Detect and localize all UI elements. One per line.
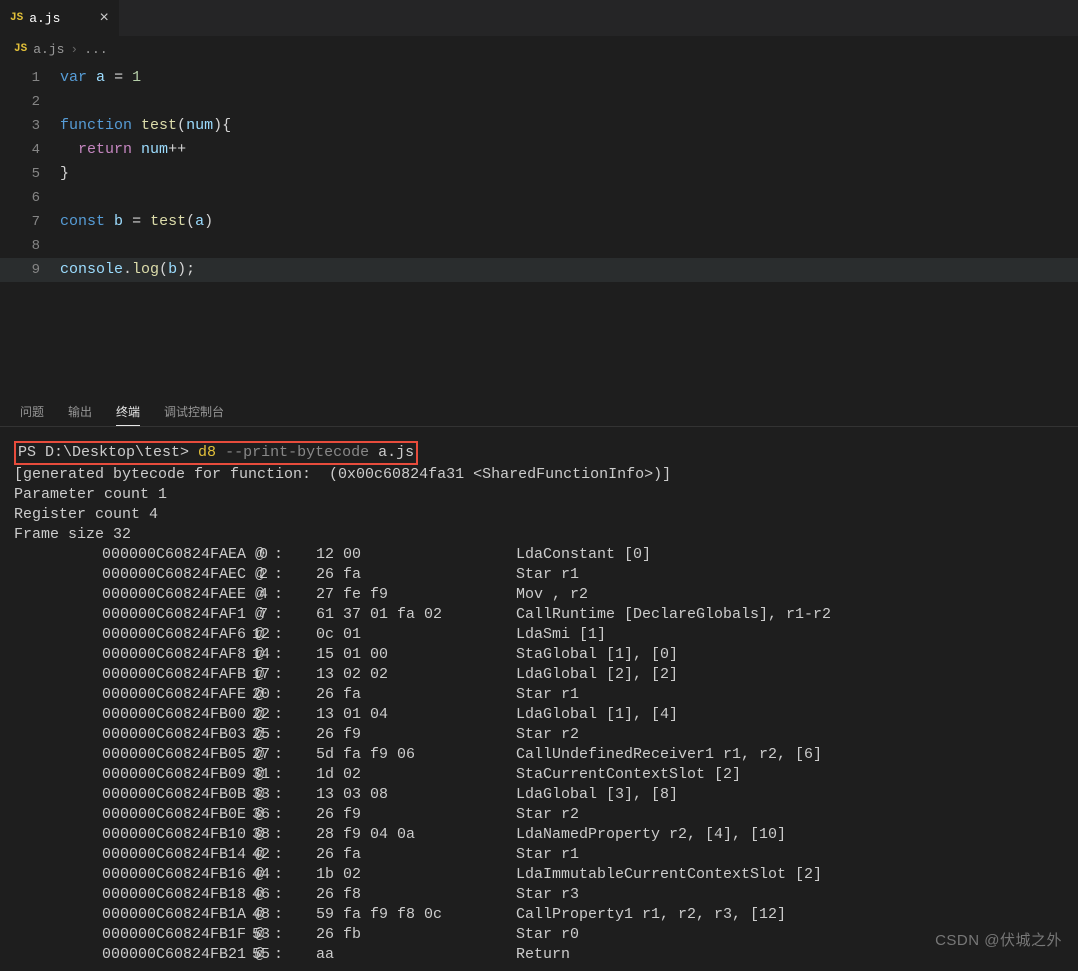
code-line[interactable]: 8 [0,234,1078,258]
code-content[interactable]: console.log(b); [60,258,195,282]
bytecode-row: 000000C60824FB1A @48: 59 fa f9 f8 0cCall… [14,905,1068,925]
watermark: CSDN @伏城之外 [935,929,1062,950]
code-content[interactable]: const b = test(a) [60,210,213,234]
terminal-output[interactable]: PS D:\Desktop\test> d8 --print-bytecode … [0,427,1078,971]
code-line[interactable]: 3function test(num){ [0,114,1078,138]
terminal-line: [generated bytecode for function: (0x00c… [14,465,1068,485]
line-number: 1 [0,66,60,90]
bytecode-row: 000000C60824FB10 @38: 28 f9 04 0aLdaName… [14,825,1068,845]
bytecode-row: 000000C60824FB1F @53: 26 fbStar r0 [14,925,1068,945]
terminal-line: Frame size 32 [14,525,1068,545]
bytecode-row: 000000C60824FB16 @44: 1b 02LdaImmutableC… [14,865,1068,885]
terminal-line: Register count 4 [14,505,1068,525]
bytecode-row: 000000C60824FB21 @55: aaReturn [14,945,1068,965]
terminal-line: Parameter count 1 [14,485,1068,505]
line-number: 3 [0,114,60,138]
breadcrumb[interactable]: JS a.js › ... [0,36,1078,62]
bytecode-row: 000000C60824FAFB @17: 13 02 02LdaGlobal … [14,665,1068,685]
bytecode-row: 000000C60824FB05 @27: 5d fa f9 06CallUnd… [14,745,1068,765]
bytecode-row: 000000C60824FAF8 @14: 15 01 00StaGlobal … [14,645,1068,665]
command-highlight-box: PS D:\Desktop\test> d8 --print-bytecode … [14,441,418,465]
tab-bar: JS a.js × [0,0,1078,36]
code-content[interactable]: return num++ [60,138,186,162]
js-icon: JS [10,12,23,24]
code-line[interactable]: 5} [0,162,1078,186]
code-line[interactable]: 2 [0,90,1078,114]
line-number: 7 [0,210,60,234]
line-number: 9 [0,258,60,282]
breadcrumb-file: a.js [33,42,64,57]
code-line[interactable]: 9console.log(b); [0,258,1078,282]
chevron-right-icon: › [70,42,78,57]
panel-tabs: 问题 输出 终端 调试控制台 [0,395,1078,427]
line-number: 4 [0,138,60,162]
bytecode-row: 000000C60824FB09 @31: 1d 02StaCurrentCon… [14,765,1068,785]
line-number: 2 [0,90,60,114]
code-content[interactable]: function test(num){ [60,114,231,138]
bytecode-row: 000000C60824FB03 @25: 26 f9Star r2 [14,725,1068,745]
bytecode-row: 000000C60824FAEE @4: 27 fe f9Mov , r2 [14,585,1068,605]
tab-a-js[interactable]: JS a.js × [0,0,120,36]
code-editor[interactable]: 1var a = 123function test(num){4 return … [0,62,1078,286]
panel-tab-终端[interactable]: 终端 [116,403,140,426]
line-number: 6 [0,186,60,210]
bytecode-row: 000000C60824FB18 @46: 26 f8Star r3 [14,885,1068,905]
bytecode-row: 000000C60824FB0E @36: 26 f9Star r2 [14,805,1068,825]
code-line[interactable]: 1var a = 1 [0,66,1078,90]
panel-tab-问题[interactable]: 问题 [20,403,44,426]
line-number: 5 [0,162,60,186]
tab-label: a.js [29,11,60,26]
code-line[interactable]: 4 return num++ [0,138,1078,162]
line-number: 8 [0,234,60,258]
panel-tab-输出[interactable]: 输出 [68,403,92,426]
bytecode-row: 000000C60824FAFE @20: 26 faStar r1 [14,685,1068,705]
bytecode-row: 000000C60824FB00 @22: 13 01 04LdaGlobal … [14,705,1068,725]
code-line[interactable]: 7const b = test(a) [0,210,1078,234]
bytecode-row: 000000C60824FAF1 @7: 61 37 01 fa 02CallR… [14,605,1068,625]
js-icon: JS [14,43,27,55]
bytecode-row: 000000C60824FB0B @33: 13 03 08LdaGlobal … [14,785,1068,805]
code-line[interactable]: 6 [0,186,1078,210]
bytecode-row: 000000C60824FB14 @42: 26 faStar r1 [14,845,1068,865]
close-icon[interactable]: × [99,10,109,26]
code-content[interactable]: var a = 1 [60,66,141,90]
bytecode-row: 000000C60824FAEC @2: 26 faStar r1 [14,565,1068,585]
panel-tab-调试控制台[interactable]: 调试控制台 [164,403,224,426]
code-content[interactable]: } [60,162,69,186]
bytecode-row: 000000C60824FAF6 @12: 0c 01LdaSmi [1] [14,625,1068,645]
bytecode-row: 000000C60824FAEA @0: 12 00LdaConstant [0… [14,545,1068,565]
bottom-panel: 问题 输出 终端 调试控制台 PS D:\Desktop\test> d8 --pri… [0,395,1078,958]
breadcrumb-tail: ... [84,42,107,57]
